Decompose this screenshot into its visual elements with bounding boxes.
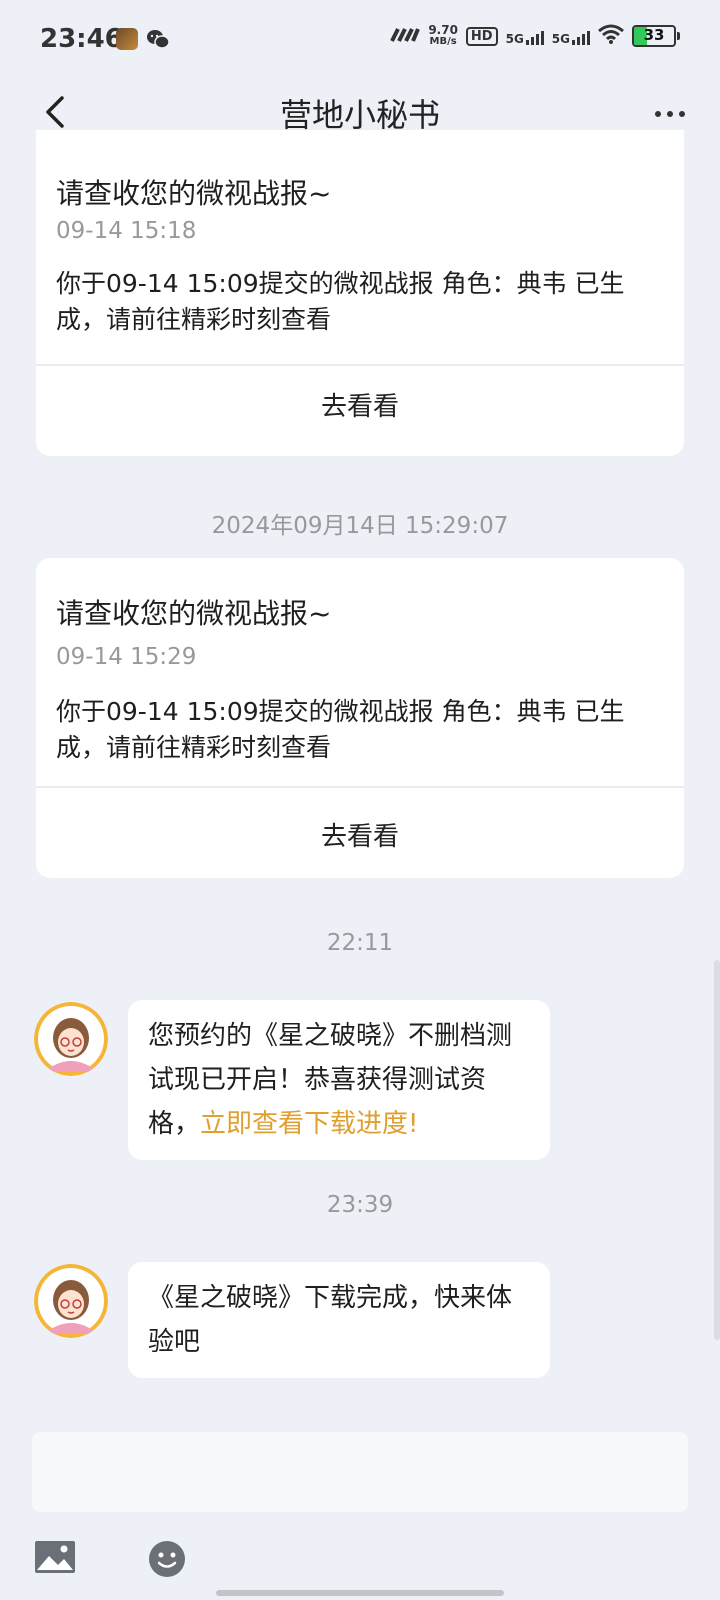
scrollbar[interactable]: [714, 960, 720, 1340]
card-divider: [36, 786, 684, 788]
report-card: 请查收您的微视战报~ 09-14 15:29 你于09-14 15:09提交的微…: [36, 558, 684, 878]
hd-icon: HD: [465, 26, 498, 46]
card-time: 09-14 15:18: [56, 218, 197, 244]
battery-icon: 33: [632, 25, 680, 47]
card-body: 你于09-14 15:09提交的微视战报 角色：典韦 已生成，请前往精彩时刻查看: [56, 269, 625, 334]
card-title: 请查收您的微视战报~: [56, 597, 332, 630]
secretary-avatar-icon: [34, 1002, 108, 1076]
wechat-icon: [146, 28, 170, 54]
card-body: 你于09-14 15:09提交的微视战报 角色：典韦 已生成，请前往精彩时刻查看: [56, 697, 625, 762]
secretary-avatar-icon: [34, 1264, 108, 1338]
timestamp: 22:11: [326, 930, 394, 956]
go-see-button[interactable]: 去看看: [36, 386, 684, 423]
avatar[interactable]: [34, 1264, 108, 1338]
game-app-icon: [116, 28, 138, 50]
more-button[interactable]: [648, 94, 692, 134]
message-bubble: 您预约的《星之破晓》不删档测试现已开启！恭喜获得测试资格，立即查看下载进度!: [128, 1000, 550, 1160]
nfc-icon: [390, 27, 421, 46]
wifi-icon: [598, 24, 624, 48]
go-see-button[interactable]: 去看看: [36, 816, 684, 853]
signal-sim2-icon: 5G: [552, 27, 590, 45]
home-indicator[interactable]: [216, 1590, 504, 1596]
message-bubble: 《星之破晓》下载完成，快来体验吧: [128, 1262, 550, 1378]
card-time: 09-14 15:29: [56, 644, 197, 670]
emoji-button[interactable]: [148, 1540, 186, 1582]
download-progress-link[interactable]: 立即查看下载进度!: [200, 1109, 418, 1139]
image-button[interactable]: [34, 1540, 76, 1578]
network-speed: 9.70 MB/s: [428, 23, 458, 47]
notification-icons: [116, 28, 170, 54]
more-horizontal-icon: [655, 111, 661, 117]
status-time: 23:46: [40, 24, 123, 54]
image-icon: [35, 1541, 75, 1573]
report-card: 请查收您的微视战报~ 09-14 15:18 你于09-14 15:09提交的微…: [36, 130, 684, 456]
card-divider: [36, 364, 684, 366]
avatar[interactable]: [34, 1002, 108, 1076]
timestamp: 2024年09月14日 15:29:07: [211, 513, 509, 539]
card-title: 请查收您的微视战报~: [56, 177, 332, 210]
timestamp: 23:39: [326, 1192, 394, 1218]
message-text: 《星之破晓》下载完成，快来体验吧: [148, 1283, 513, 1357]
status-bar: 23:46 9.70 MB/s HD 5G 5G 33: [0, 0, 720, 80]
message-input[interactable]: [32, 1432, 688, 1512]
emoji-icon: [149, 1541, 185, 1577]
signal-sim1-icon: 5G: [506, 27, 544, 45]
